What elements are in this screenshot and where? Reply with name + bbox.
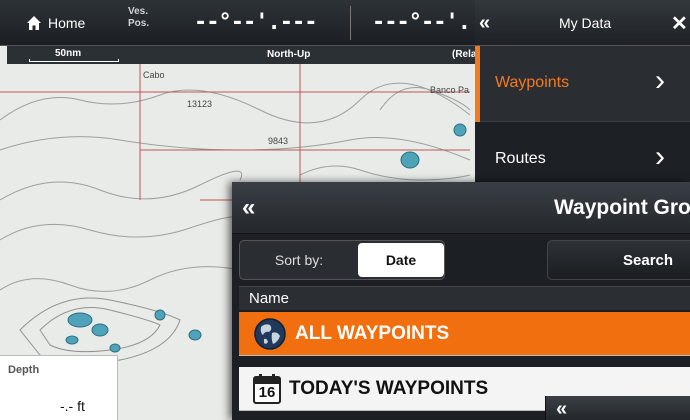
stacked-panel-header: « bbox=[545, 396, 690, 420]
depth-sounding: 13123 bbox=[187, 99, 213, 109]
position-label: Pos. bbox=[128, 18, 150, 29]
scale-bar bbox=[29, 59, 119, 62]
back-icon[interactable]: « bbox=[479, 12, 490, 35]
vessel-position-label: Ves. Pos. bbox=[128, 6, 149, 30]
sort-date-option[interactable]: Date bbox=[358, 243, 444, 277]
waypoint-group-title: Waypoint Gro bbox=[554, 196, 690, 219]
menu-item-label: Waypoints bbox=[495, 74, 570, 91]
menu-item-waypoints[interactable]: Waypoints › bbox=[475, 46, 690, 122]
sort-selector[interactable]: Sort by: Date bbox=[239, 240, 445, 280]
depth-title: Depth bbox=[8, 364, 40, 376]
waypoint-group-header: « Waypoint Gro bbox=[232, 182, 690, 234]
close-icon[interactable]: ✕ bbox=[671, 11, 688, 36]
orientation-mode[interactable]: North-Up bbox=[267, 49, 310, 60]
calendar-day: 16 bbox=[258, 383, 276, 401]
back-icon[interactable]: « bbox=[242, 194, 255, 222]
menu-item-label: Routes bbox=[495, 150, 546, 167]
waypoint-group-panel: « Waypoint Gro Sort by: Date Search Name… bbox=[232, 182, 690, 420]
column-header-name[interactable]: Name bbox=[239, 286, 690, 310]
list-item-label: TODAY'S WAYPOINTS bbox=[289, 377, 489, 399]
vessel-label: Ves. bbox=[128, 6, 149, 17]
longitude-readout: ---°--'. bbox=[372, 10, 471, 35]
depth-databox[interactable]: Depth -.- ft bbox=[0, 355, 118, 420]
list-item-label: ALL WAYPOINTS bbox=[295, 322, 450, 344]
place-name: Banco Pa bbox=[430, 85, 470, 95]
my-data-title: My Data bbox=[559, 15, 612, 31]
latitude-readout: --°--'.--- bbox=[194, 10, 317, 35]
back-icon[interactable]: « bbox=[556, 398, 567, 420]
scale-label: 50nm bbox=[55, 48, 82, 59]
sort-label: Sort by: bbox=[274, 252, 324, 268]
my-data-header: « My Data ✕ bbox=[475, 0, 690, 46]
place-name: Cabo bbox=[143, 70, 165, 80]
home-label: Home bbox=[48, 15, 86, 31]
globe-icon bbox=[254, 317, 286, 350]
chevron-right-icon: › bbox=[655, 140, 665, 173]
selection-indicator bbox=[475, 46, 480, 122]
chart-status-bar: 50nm North-Up (Relat bbox=[7, 46, 480, 64]
search-button[interactable]: Search bbox=[547, 240, 690, 280]
list-item-all-waypoints[interactable]: ALL WAYPOINTS bbox=[239, 312, 690, 356]
home-icon bbox=[27, 16, 41, 30]
depth-value: -.- ft bbox=[60, 398, 85, 414]
depth-sounding: 9843 bbox=[268, 136, 289, 146]
waypoint-toolbar: Sort by: Date Search bbox=[232, 234, 690, 284]
home-button[interactable]: Home bbox=[26, 8, 124, 38]
chevron-right-icon: › bbox=[655, 64, 665, 97]
readout-divider bbox=[350, 6, 351, 40]
calendar-icon: 16 bbox=[253, 373, 281, 404]
